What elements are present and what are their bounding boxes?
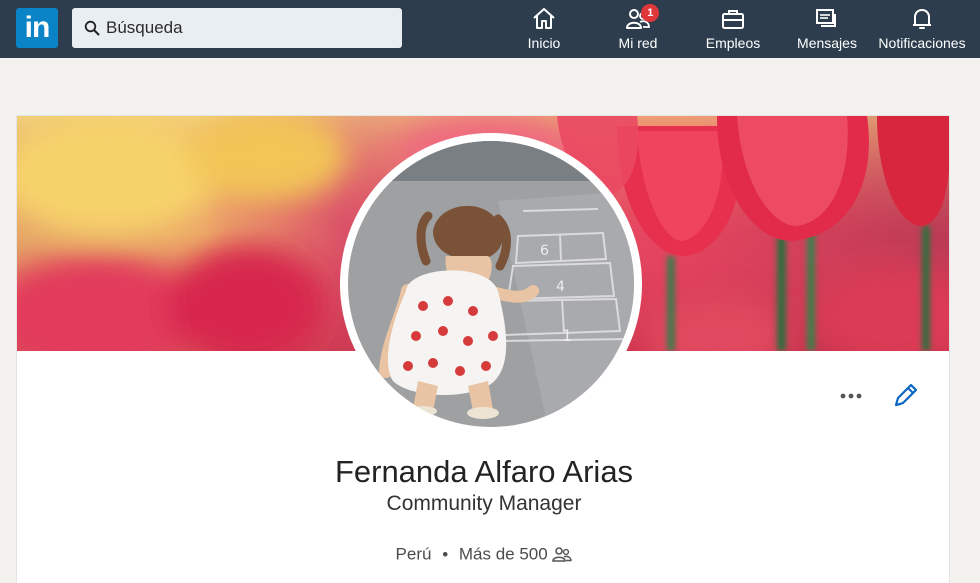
bell-icon xyxy=(913,9,931,29)
profile-location: Perú xyxy=(395,544,432,564)
svg-text:4: 4 xyxy=(556,279,565,295)
nav-item-home[interactable]: Inicio xyxy=(520,6,568,54)
connections-icon xyxy=(552,546,573,562)
profile-headline: Community Manager xyxy=(386,492,582,515)
svg-text:1: 1 xyxy=(562,326,572,345)
nav-item-network[interactable]: 1 Mi red xyxy=(610,4,666,54)
profile-name: Fernanda Alfaro Arias xyxy=(334,454,634,489)
more-icon xyxy=(840,393,862,399)
nav-item-jobs[interactable]: Empleos xyxy=(700,6,766,54)
separator-dot: • xyxy=(442,544,449,564)
svg-text:6: 6 xyxy=(540,243,549,259)
nav-item-messages[interactable]: Mensajes xyxy=(794,6,860,54)
network-notification-badge: 1 xyxy=(641,4,660,22)
profile-meta: Perú • Más de 500 xyxy=(17,544,949,565)
messages-icon xyxy=(816,9,836,27)
nav-label-jobs: Empleos xyxy=(705,35,761,51)
edit-profile-button[interactable] xyxy=(889,380,921,412)
profile-connections[interactable]: Más de 500 xyxy=(459,545,548,564)
briefcase-icon xyxy=(722,10,744,29)
nav-label-notifications: Notificaciones xyxy=(878,35,966,51)
nav-label-home: Inicio xyxy=(527,35,561,51)
profile-avatar[interactable]: 6 4 1 xyxy=(340,133,642,435)
profile-card: 6 4 1 Fernanda Alfaro Arias Community Ma… xyxy=(16,115,950,583)
nav-label-network: Mi red xyxy=(618,35,658,51)
nav-label-messages: Mensajes xyxy=(797,35,857,51)
avatar-photo: 6 4 1 xyxy=(348,141,634,427)
more-options-button[interactable] xyxy=(835,380,867,412)
search-input[interactable] xyxy=(106,16,386,40)
search-icon xyxy=(84,20,100,36)
pencil-icon xyxy=(894,383,918,407)
linkedin-logo[interactable]: in xyxy=(16,8,58,48)
home-icon xyxy=(533,8,555,29)
search-box[interactable] xyxy=(72,8,402,48)
nav-item-notifications[interactable]: Notificaciones xyxy=(874,6,970,54)
top-navigation-bar: in Inicio 1 Mi red Empleos xyxy=(0,0,980,58)
